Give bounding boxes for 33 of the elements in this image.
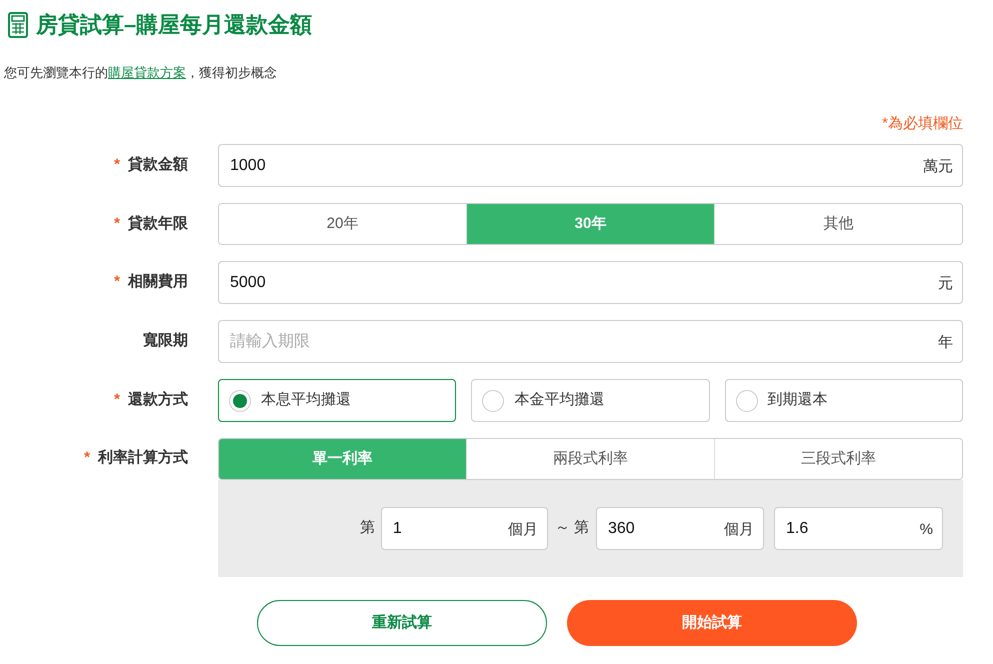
radio-button[interactable]: [736, 390, 758, 412]
field-label: 相關費用: [128, 272, 188, 292]
required-asterisk: *: [114, 390, 120, 410]
required-note: *為必填欄位: [882, 114, 963, 134]
unit-label: 個月: [508, 520, 538, 540]
required-asterisk: *: [84, 448, 90, 468]
segment-tab[interactable]: 三段式利率: [714, 439, 962, 479]
required-asterisk: *: [114, 272, 120, 292]
radio-button[interactable]: [229, 390, 251, 412]
field-label: 寬限期: [143, 331, 188, 352]
radio-option[interactable]: 到期還本: [724, 379, 963, 422]
radio-option[interactable]: 本息平均攤還: [218, 379, 456, 422]
required-asterisk: *: [114, 214, 120, 234]
page-title: 房貸試算–購屋每月還款金額: [36, 11, 312, 39]
reset-button[interactable]: 重新試算: [257, 600, 547, 646]
intro-text: 您可先瀏覽本行的購屋貸款方案，獲得初步概念: [3, 64, 278, 82]
period-prefix: 第: [360, 518, 375, 538]
segment-tab[interactable]: 其他: [714, 204, 962, 244]
unit-label: 個月: [724, 520, 754, 540]
period-separator: ～ 第: [554, 518, 589, 538]
field-label: 利率計算方式: [98, 448, 188, 468]
calculator-icon: [8, 12, 28, 38]
unit-label: 元: [938, 274, 953, 294]
field-label: 貸款金額: [128, 155, 188, 176]
required-asterisk: *: [114, 155, 120, 176]
unit-label: %: [920, 520, 933, 540]
unit-label: 年: [938, 333, 953, 353]
field-label: 還款方式: [128, 390, 188, 410]
loan-plan-link[interactable]: 購屋貸款方案: [108, 65, 186, 80]
field-label: 貸款年限: [128, 214, 188, 234]
radio-button[interactable]: [482, 390, 504, 412]
unit-label: 萬元: [923, 157, 953, 177]
radio-option[interactable]: 本金平均攤還: [471, 379, 710, 422]
